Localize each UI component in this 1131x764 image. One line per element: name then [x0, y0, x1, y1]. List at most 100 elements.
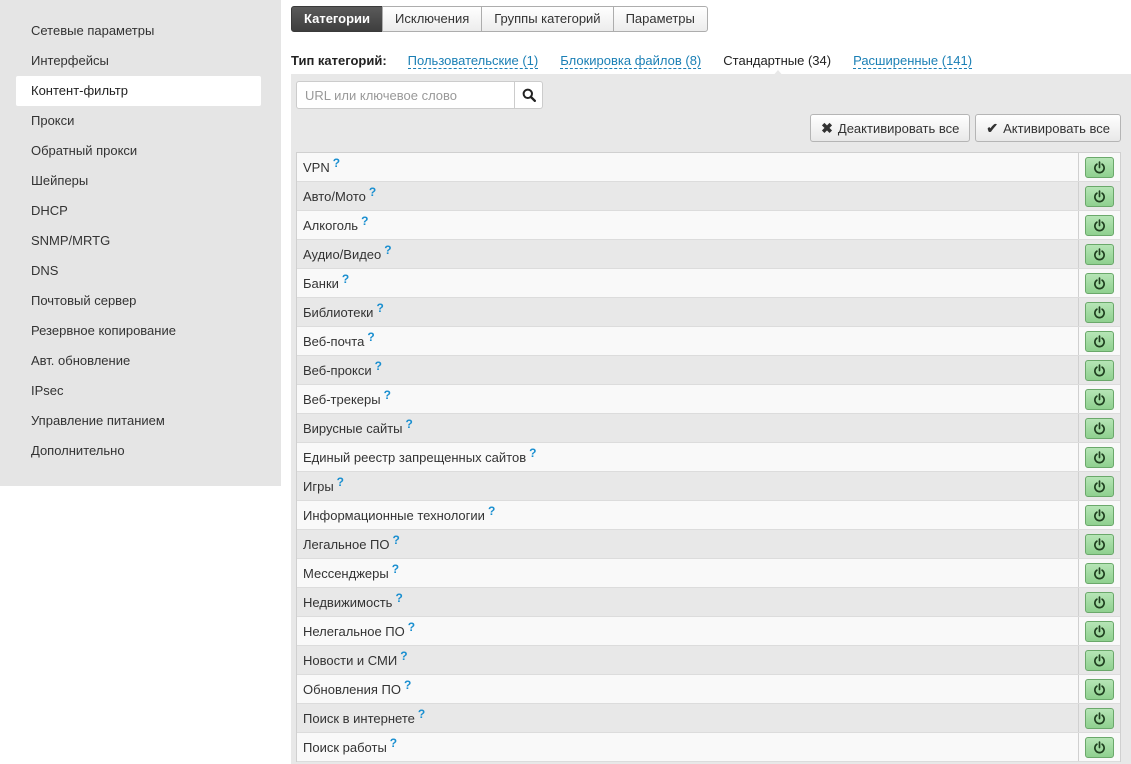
category-power-button[interactable]	[1085, 330, 1114, 352]
category-name: Нелегальное ПО	[303, 624, 405, 639]
category-power-button[interactable]	[1085, 707, 1114, 729]
category-power-button[interactable]	[1085, 388, 1114, 410]
category-power-button[interactable]	[1085, 736, 1114, 758]
category-name-cell: Поиск работы?	[297, 733, 1078, 761]
category-toggle-cell	[1078, 733, 1120, 761]
category-type-extended[interactable]: Расширенные (141)	[853, 53, 973, 69]
category-power-button[interactable]	[1085, 533, 1114, 555]
power-icon	[1094, 740, 1105, 753]
main-content: Категории Исключения Группы категорий Па…	[291, 0, 1131, 764]
category-power-button[interactable]	[1085, 475, 1114, 497]
category-power-button[interactable]	[1085, 214, 1114, 236]
sidebar-item[interactable]: Резервное копирование	[16, 316, 261, 346]
category-power-button[interactable]	[1085, 185, 1114, 207]
search-button[interactable]	[515, 81, 543, 109]
category-name: Банки	[303, 276, 339, 291]
activate-all-button[interactable]: ✔ Активировать все	[975, 114, 1121, 142]
help-icon[interactable]: ?	[404, 678, 411, 692]
category-name-cell: VPN?	[297, 153, 1078, 181]
category-row: Легальное ПО?	[297, 530, 1120, 559]
category-power-button[interactable]	[1085, 446, 1114, 468]
categories-panel: ✖ Деактивировать все ✔ Активировать все …	[291, 74, 1131, 764]
sidebar-item[interactable]: Прокси	[16, 106, 261, 136]
power-icon	[1094, 218, 1105, 231]
help-icon[interactable]: ?	[406, 417, 413, 431]
help-icon[interactable]: ?	[529, 446, 536, 460]
tab-category-groups[interactable]: Группы категорий	[481, 6, 614, 32]
category-power-button[interactable]	[1085, 591, 1114, 613]
sidebar-item[interactable]: Обратный прокси	[16, 136, 261, 166]
category-power-button[interactable]	[1085, 359, 1114, 381]
help-icon[interactable]: ?	[384, 388, 391, 402]
category-type-custom[interactable]: Пользовательские (1)	[407, 53, 539, 69]
sidebar-item[interactable]: SNMP/MRTG	[16, 226, 261, 256]
category-power-button[interactable]	[1085, 678, 1114, 700]
category-power-button[interactable]	[1085, 243, 1114, 265]
help-icon[interactable]: ?	[361, 214, 368, 228]
power-icon	[1094, 711, 1105, 724]
category-row: Авто/Мото?	[297, 182, 1120, 211]
help-icon[interactable]: ?	[400, 649, 407, 663]
sidebar-item[interactable]: Интерфейсы	[16, 46, 261, 76]
category-power-button[interactable]	[1085, 620, 1114, 642]
category-power-button[interactable]	[1085, 272, 1114, 294]
deactivate-all-button[interactable]: ✖ Деактивировать все	[810, 114, 971, 142]
help-icon[interactable]: ?	[337, 475, 344, 489]
sidebar-item[interactable]: Шейперы	[16, 166, 261, 196]
category-power-button[interactable]	[1085, 504, 1114, 526]
category-power-button[interactable]	[1085, 156, 1114, 178]
sidebar-item[interactable]: DHCP	[16, 196, 261, 226]
sidebar-item[interactable]: Дополнительно	[16, 436, 261, 466]
sidebar-item[interactable]: Контент-фильтр	[16, 76, 261, 106]
help-icon[interactable]: ?	[390, 736, 397, 750]
power-icon	[1094, 566, 1105, 579]
category-name-cell: Веб-прокси?	[297, 356, 1078, 384]
tab-exceptions[interactable]: Исключения	[382, 6, 483, 32]
category-power-button[interactable]	[1085, 301, 1114, 323]
help-icon[interactable]: ?	[488, 504, 495, 518]
category-row: Игры?	[297, 472, 1120, 501]
category-power-button[interactable]	[1085, 417, 1114, 439]
category-toggle-cell	[1078, 327, 1120, 355]
power-icon	[1094, 363, 1105, 376]
sidebar-item[interactable]: Почтовый сервер	[16, 286, 261, 316]
category-toggle-cell	[1078, 182, 1120, 210]
help-icon[interactable]: ?	[393, 533, 400, 547]
category-power-button[interactable]	[1085, 649, 1114, 671]
sidebar-item[interactable]: Сетевые параметры	[16, 16, 261, 46]
power-icon	[1094, 276, 1105, 289]
category-type-file-blocking[interactable]: Блокировка файлов (8)	[560, 53, 702, 69]
sidebar-item[interactable]: Авт. обновление	[16, 346, 261, 376]
category-toggle-cell	[1078, 559, 1120, 587]
sidebar-item[interactable]: DNS	[16, 256, 261, 286]
help-icon[interactable]: ?	[408, 620, 415, 634]
category-row: Новости и СМИ?	[297, 646, 1120, 675]
help-icon[interactable]: ?	[418, 707, 425, 721]
category-type-standard: Стандартные (34)	[723, 53, 832, 77]
help-icon[interactable]: ?	[342, 272, 349, 286]
help-icon[interactable]: ?	[369, 185, 376, 199]
category-name: Авто/Мото	[303, 189, 366, 204]
help-icon[interactable]: ?	[375, 359, 382, 373]
tab-categories[interactable]: Категории	[291, 6, 384, 32]
help-icon[interactable]: ?	[333, 156, 340, 170]
category-row: Обновления ПО?	[297, 675, 1120, 704]
category-name-cell: Нелегальное ПО?	[297, 617, 1078, 645]
category-name-cell: Единый реестр запрещенных сайтов?	[297, 443, 1078, 471]
search-icon	[522, 88, 536, 102]
help-icon[interactable]: ?	[367, 330, 374, 344]
category-name-cell: Веб-почта?	[297, 327, 1078, 355]
category-name: VPN	[303, 160, 330, 175]
help-icon[interactable]: ?	[384, 243, 391, 257]
category-power-button[interactable]	[1085, 562, 1114, 584]
sidebar-item[interactable]: IPsec	[16, 376, 261, 406]
help-icon[interactable]: ?	[376, 301, 383, 315]
sidebar-item[interactable]: Управление питанием	[16, 406, 261, 436]
category-name-cell: Авто/Мото?	[297, 182, 1078, 210]
help-icon[interactable]: ?	[392, 562, 399, 576]
help-icon[interactable]: ?	[395, 591, 402, 605]
tab-parameters[interactable]: Параметры	[612, 6, 708, 32]
search-input[interactable]	[296, 81, 515, 109]
category-name-cell: Поиск в интернете?	[297, 704, 1078, 732]
category-row: Банки?	[297, 269, 1120, 298]
